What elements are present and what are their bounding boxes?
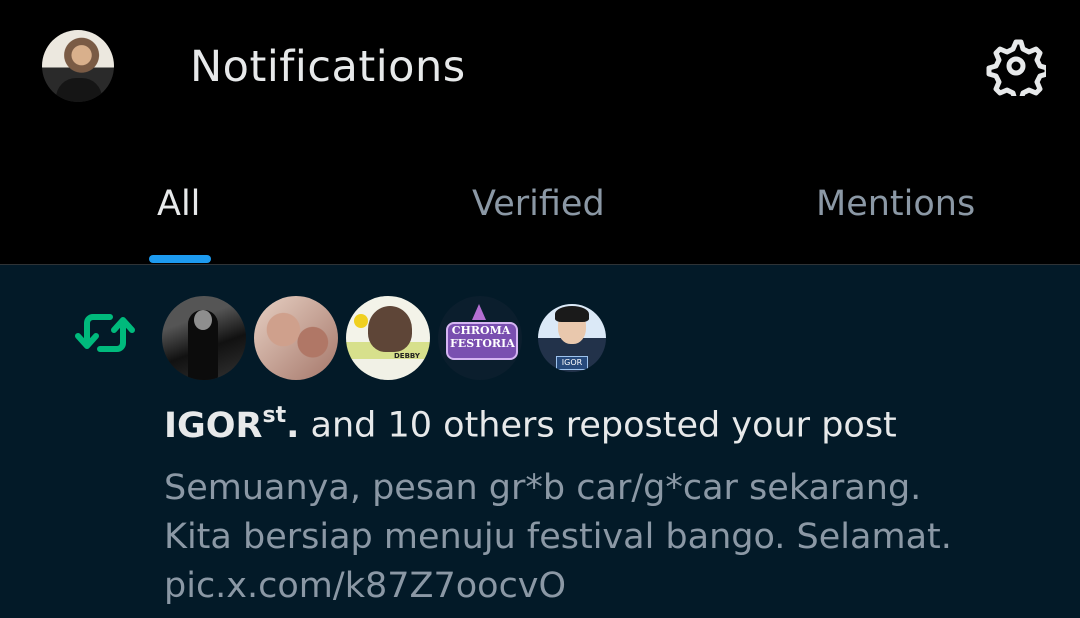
top-bar: Notifications — [0, 0, 1080, 140]
tab-verified[interactable]: Verified — [472, 184, 605, 224]
notification-text: IGORst. and 10 others reposted your post — [164, 403, 897, 446]
active-tab-indicator — [149, 255, 211, 263]
tab-all[interactable]: All — [157, 184, 200, 224]
actor-name[interactable]: IGORst. — [164, 403, 299, 446]
page-title: Notifications — [190, 42, 466, 92]
reposter-avatar[interactable] — [162, 296, 246, 380]
notification-tabs: All Verified Mentions — [0, 140, 1080, 265]
reposter-avatar[interactable]: CHROMA FESTORIA — [438, 296, 522, 380]
post-link[interactable]: pic.x.com/k87Z7oocvO — [164, 566, 566, 606]
avatar-shirt — [56, 78, 102, 102]
festival-badge-text: CHROMA FESTORIA — [450, 324, 515, 350]
notification-item[interactable]: DEBBY CHROMA FESTORIA IGOR IGORst. and 1… — [0, 265, 1080, 618]
repost-icon — [75, 314, 135, 352]
smiley-icon — [354, 314, 368, 328]
reposter-avatar[interactable] — [254, 296, 338, 380]
tab-mentions[interactable]: Mentions — [816, 184, 975, 224]
tent-icon — [472, 304, 486, 320]
profile-avatar[interactable] — [42, 30, 114, 102]
post-preview-line: Semuanya, pesan gr*b car/g*car sekarang. — [164, 468, 922, 508]
avatar-label: DEBBY — [394, 352, 420, 360]
reposter-avatar[interactable]: DEBBY — [346, 296, 430, 380]
avatar-face — [194, 310, 212, 330]
avatar-hair — [555, 306, 589, 322]
gear-icon[interactable] — [986, 36, 1046, 96]
avatar-name-tag: IGOR — [556, 356, 588, 370]
reposter-avatar[interactable]: IGOR — [538, 304, 606, 372]
avatar-hair — [368, 306, 412, 352]
notification-action: and 10 others reposted your post — [299, 405, 897, 446]
post-preview-line: Kita bersiap menuju festival bango. Sela… — [164, 517, 952, 557]
